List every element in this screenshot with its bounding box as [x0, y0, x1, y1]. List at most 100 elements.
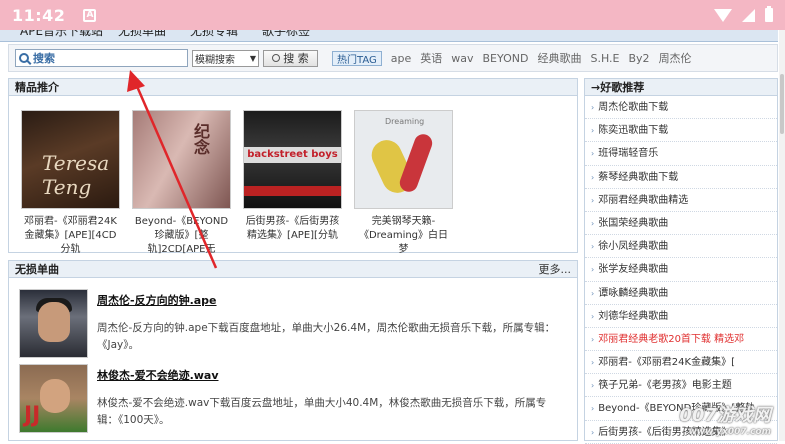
tag-link[interactable]: By2 — [629, 52, 650, 65]
page-scrollbar[interactable] — [779, 30, 785, 441]
lossless-title-text: 无损单曲 — [15, 263, 59, 276]
song-thumbnail[interactable] — [19, 289, 88, 358]
song-title-link[interactable]: 林俊杰-爱不会绝迹.wav — [97, 367, 567, 383]
sidebar-item[interactable]: ›张国荣经典歌曲 — [585, 212, 777, 235]
sidebar-item-label: 邓丽君-《邓丽君24K金藏集》[ — [598, 357, 735, 368]
wifi-icon — [714, 9, 732, 22]
thumb-face — [38, 302, 70, 342]
status-icons — [714, 8, 773, 22]
sidebar-item[interactable]: ›徐小凤经典歌曲 — [585, 235, 777, 258]
sidebar-item-label: 谭咏麟经典歌曲 — [598, 288, 668, 299]
sidebar-item[interactable]: › 陈奕迅歌曲下载 — [585, 119, 777, 142]
album-cover[interactable]: Dreaming — [354, 110, 453, 209]
sidebar-item-label: 周杰伦歌曲下载 — [598, 102, 668, 113]
bullet-icon: › — [591, 103, 594, 112]
hot-tag-label[interactable]: 热门TAG — [332, 51, 382, 66]
bullet-icon: › — [591, 126, 594, 135]
status-time: 11:42 — [12, 6, 65, 25]
sidebar-item[interactable]: ›邓丽君-《邓丽君24K金藏集》[ — [585, 351, 777, 374]
battery-icon — [765, 8, 773, 22]
tag-link[interactable]: 周杰伦 — [659, 50, 692, 66]
album-card-title[interactable]: Beyond-《BEYOND珍藏版》[整轨]2CD[APE无 — [132, 215, 231, 257]
album-card[interactable]: Dreaming 完美钢琴天籁-《Dreaming》白日梦 — [354, 110, 453, 257]
bullet-icon: › — [591, 335, 594, 344]
sidebar-item[interactable]: › 蔡琴经典歌曲下载 — [585, 166, 777, 189]
scrollbar-thumb[interactable] — [780, 74, 784, 134]
tag-link[interactable]: BEYOND — [483, 52, 529, 65]
bullet-icon: › — [591, 312, 594, 321]
album-card-title[interactable]: 邓丽君-《邓丽君24K金藏集》[APE][4CD分轨 — [21, 215, 120, 257]
thumb-face — [40, 379, 70, 413]
tag-link[interactable]: wav — [451, 52, 473, 65]
sidebar-item[interactable]: ›班得瑞轻音乐 — [585, 142, 777, 165]
album-cover[interactable]: 纪念 — [132, 110, 231, 209]
search-button[interactable]: 搜 索 — [263, 50, 318, 67]
cover-stripe — [244, 186, 341, 196]
sidebar-item-label: 筷子兄弟-《老男孩》电影主题 — [598, 380, 732, 391]
more-link[interactable]: 更多... — [539, 261, 572, 278]
search-icon — [19, 53, 29, 63]
album-card[interactable]: backstreet boys 后街男孩-《后街男孩精选集》[APE][分轨 — [243, 110, 342, 257]
recommend-sidebar: →好歌推荐 › 周杰伦歌曲下载 › 陈奕迅歌曲下载 ›班得瑞轻音乐 › 蔡琴经典歌曲下… — [584, 78, 778, 441]
sidebar-item-label: 刘德华经典歌曲 — [598, 311, 668, 322]
song-title-link[interactable]: 周杰伦-反方向的钟.ape — [97, 292, 567, 308]
search-bar: 搜索 模糊搜索 ▼ 搜 索 热门TAG ape 英语 wav BEYOND 经典… — [8, 44, 778, 72]
tag-link[interactable]: 英语 — [420, 50, 442, 66]
album-card[interactable]: 纪念 Beyond-《BEYOND珍藏版》[整轨]2CD[APE无 — [132, 110, 231, 257]
nav-item-artist-tags[interactable]: 歌手标签 — [262, 30, 310, 39]
bullet-icon: › — [591, 428, 594, 437]
nav-item-home[interactable]: APE音乐下载站 — [20, 30, 103, 39]
song-description: 周杰伦-反方向的钟.ape下载百度盘地址，单曲大小26.4M，周杰伦歌曲无损音乐… — [97, 320, 567, 354]
tag-link[interactable]: ape — [391, 52, 412, 65]
bullet-icon: › — [591, 173, 594, 182]
cover-text: backstreet boys — [244, 147, 341, 163]
featured-panel: 精品推介 Teresa Teng 邓丽君-《邓丽君24K金藏集》[APE][4C… — [8, 78, 578, 253]
status-bar: 11:42 A — [0, 0, 785, 30]
search-button-label: 搜 索 — [283, 50, 309, 66]
sidebar-item[interactable]: › 周杰伦歌曲下载 — [585, 96, 777, 119]
sidebar-item-label: 张学友经典歌曲 — [598, 264, 668, 275]
thumb-text: JJ — [24, 403, 40, 428]
sidebar-title: →好歌推荐 — [585, 79, 777, 96]
sidebar-item[interactable]: ›张学友经典歌曲 — [585, 258, 777, 281]
bullet-icon: › — [591, 381, 594, 390]
sidebar-item-label: 蔡琴经典歌曲下载 — [598, 172, 678, 183]
featured-title: 精品推介 — [9, 79, 577, 96]
cover-text: Dreaming — [385, 117, 424, 126]
bullet-icon: › — [591, 404, 594, 413]
sidebar-item-highlighted[interactable]: › 邓丽君经典老歌20首下载 精选邓 — [585, 328, 777, 351]
sidebar-item-label: 邓丽君经典歌曲精选 — [598, 195, 688, 206]
sidebar-item[interactable]: › 筷子兄弟-《老男孩》电影主题 — [585, 374, 777, 397]
bullet-icon: › — [591, 149, 594, 158]
search-mode-select[interactable]: 模糊搜索 ▼ — [192, 50, 259, 67]
chevron-down-icon: ▼ — [250, 54, 256, 63]
song-description: 林俊杰-爱不会绝迹.wav下载百度云盘地址，单曲大小40.4M，林俊杰歌曲无损音… — [97, 395, 567, 429]
bullet-icon: › — [591, 196, 594, 205]
search-placeholder: 搜索 — [33, 50, 55, 66]
tag-link[interactable]: S.H.E — [590, 52, 619, 65]
nav-item-lossless-albums[interactable]: 无损专辑 — [190, 30, 238, 39]
album-card-title[interactable]: 后街男孩-《后街男孩精选集》[APE][分轨 — [243, 215, 342, 257]
sidebar-item[interactable]: › 谭咏麟经典歌曲 — [585, 282, 777, 305]
song-item: 周杰伦-反方向的钟.ape 周杰伦-反方向的钟.ape下载百度盘地址，单曲大小2… — [9, 278, 577, 358]
sidebar-item-label: 邓丽君经典老歌20首下载 精选邓 — [598, 334, 744, 345]
album-cover[interactable]: Teresa Teng — [21, 110, 120, 209]
tag-link[interactable]: 经典歌曲 — [537, 50, 581, 66]
album-card-title[interactable]: 完美钢琴天籁-《Dreaming》白日梦 — [354, 215, 453, 257]
song-thumbnail[interactable]: JJ — [19, 364, 88, 433]
lossless-panel: 无损单曲 更多... 周杰伦-反方向的钟.ape 周杰伦-反方向的钟.ape下载… — [8, 260, 578, 441]
cover-text: 纪念 — [188, 123, 212, 155]
album-cover[interactable]: backstreet boys — [243, 110, 342, 209]
song-body: 周杰伦-反方向的钟.ape 周杰伦-反方向的钟.ape下载百度盘地址，单曲大小2… — [97, 289, 567, 358]
sidebar-item[interactable]: › 邓丽君经典歌曲精选 — [585, 189, 777, 212]
featured-cards: Teresa Teng 邓丽君-《邓丽君24K金藏集》[APE][4CD分轨 纪… — [9, 96, 577, 257]
nav-item-lossless-singles[interactable]: 无损单曲 — [118, 30, 166, 39]
search-input[interactable]: 搜索 — [15, 49, 188, 67]
notification-a-icon: A — [83, 9, 96, 22]
bullet-icon: › — [591, 289, 594, 298]
sidebar-item-label: 陈奕迅歌曲下载 — [598, 125, 668, 136]
sidebar-item-label: 张国荣经典歌曲 — [598, 218, 668, 229]
search-button-icon — [272, 54, 280, 62]
sidebar-item[interactable]: › 刘德华经典歌曲 — [585, 305, 777, 328]
album-card[interactable]: Teresa Teng 邓丽君-《邓丽君24K金藏集》[APE][4CD分轨 — [21, 110, 120, 257]
